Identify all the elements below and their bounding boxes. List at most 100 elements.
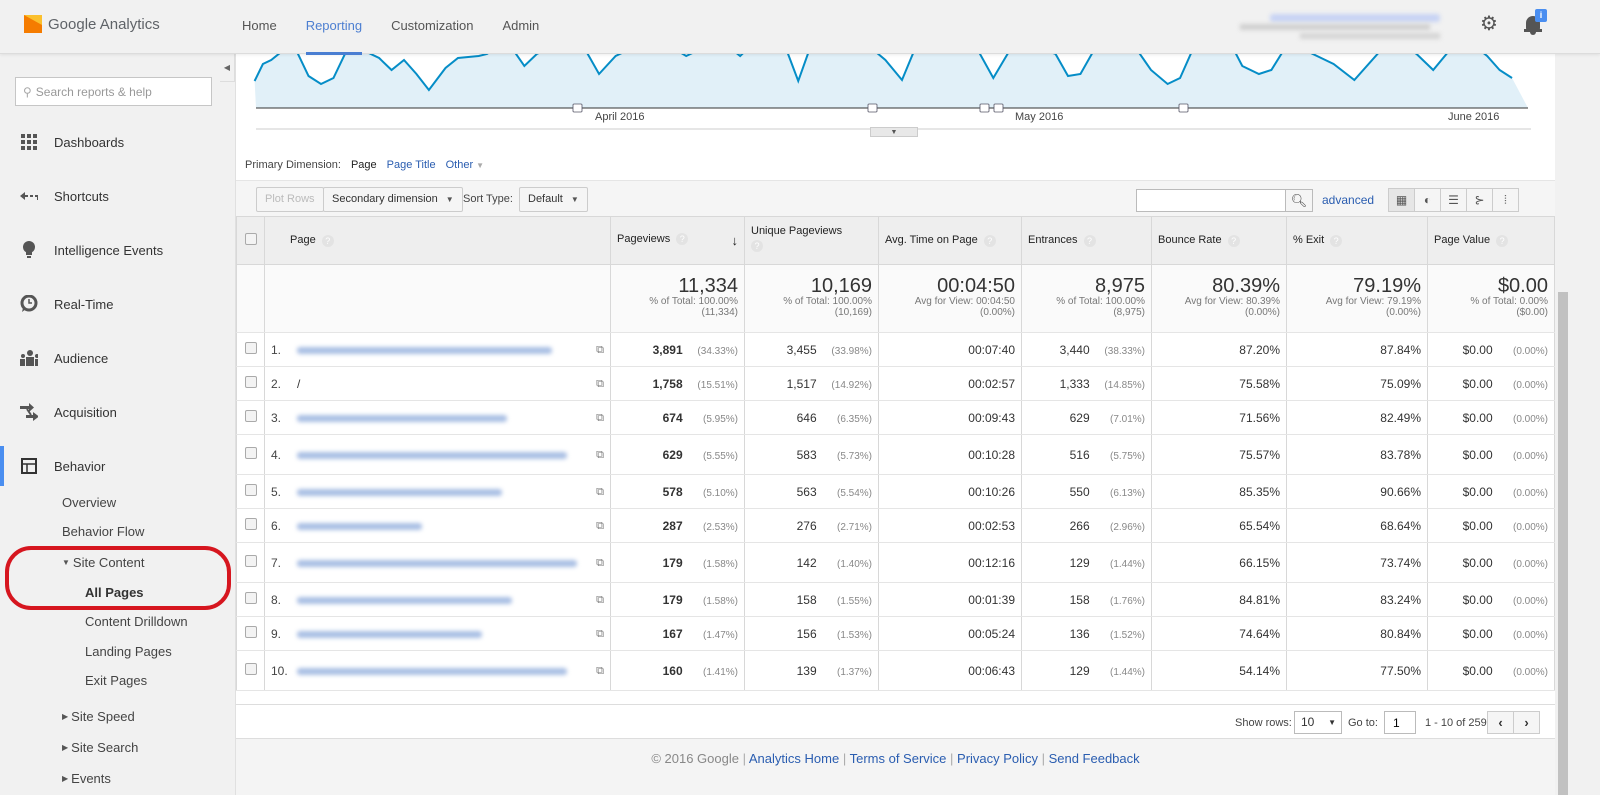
sidebar-item-audience[interactable]: Audience (0, 338, 236, 378)
sidebar-content-drilldown[interactable]: Content Drilldown (85, 614, 188, 629)
page-link[interactable] (297, 596, 512, 604)
sidebar-item-intelligence-events[interactable]: Intelligence Events (0, 230, 236, 270)
table-row[interactable]: 3. ⧉ 674 (5.95%) 646 (6.35%) 00:09:43 629 (7.… (236, 400, 1555, 435)
sidebar-exit-pages[interactable]: Exit Pages (85, 673, 147, 688)
table-row[interactable]: 7. ⧉ 179 (1.58%) 142 (1.40%) 00:12:16 129 (1.… (236, 542, 1555, 583)
nav-reporting[interactable]: Reporting (305, 0, 363, 55)
row-checkbox[interactable] (244, 626, 257, 638)
page-link[interactable]: / (297, 377, 300, 391)
open-external-icon[interactable]: ⧉ (596, 557, 604, 570)
help-icon[interactable]: ? (1330, 234, 1343, 247)
row-checkbox[interactable] (244, 410, 257, 422)
footer-privacy[interactable]: Privacy Policy (957, 751, 1038, 766)
col-page-value[interactable]: Page Value? (1427, 216, 1555, 265)
help-icon[interactable]: ? (676, 233, 689, 246)
page-link[interactable] (297, 414, 507, 422)
sidebar-item-shortcuts[interactable]: Shortcuts (0, 176, 236, 216)
sidebar-site-search[interactable]: ▶ Site Search (62, 740, 138, 755)
col-exit[interactable]: % Exit? (1286, 216, 1428, 265)
open-external-icon[interactable]: ⧉ (596, 486, 604, 499)
dimension-page-title[interactable]: Page Title (387, 159, 436, 171)
col-pageviews[interactable]: Pageviews? ↓ (610, 216, 745, 265)
pie-view-icon[interactable]: ◐ (1414, 188, 1441, 212)
gear-icon[interactable]: ⚙ (1480, 14, 1500, 34)
sidebar-item-behavior[interactable]: Behavior (0, 446, 236, 486)
select-all-checkbox[interactable] (244, 233, 257, 245)
sidebar-search-input[interactable]: ⚲ Search reports & help (15, 77, 212, 106)
show-rows-select[interactable]: 10 ▼ (1294, 711, 1342, 734)
footer-terms[interactable]: Terms of Service (850, 751, 947, 766)
page-link[interactable] (297, 559, 577, 567)
account-selector[interactable] (1240, 12, 1440, 42)
row-checkbox[interactable] (244, 484, 257, 496)
sidebar-item-real-time[interactable]: Real-Time (0, 284, 236, 324)
table-row[interactable]: 1. ⧉ 3,891 (34.33%) 3,455 (33.98%) 00:07:40 3… (236, 332, 1555, 367)
pivot-view-icon[interactable]: ⦙ (1492, 188, 1519, 212)
row-checkbox[interactable] (244, 376, 257, 388)
prev-page-button[interactable]: ‹ (1487, 711, 1514, 734)
table-row[interactable]: 2. / ⧉ 1,758 (15.51%) 1,517 (14.92%) 00:02:57… (236, 366, 1555, 401)
collapse-sidebar-button[interactable]: ◀ (220, 54, 235, 82)
open-external-icon[interactable]: ⧉ (596, 520, 604, 533)
dimension-page[interactable]: Page (351, 159, 377, 171)
open-external-icon[interactable]: ⧉ (596, 378, 604, 391)
table-row[interactable]: 4. ⧉ 629 (5.55%) 583 (5.73%) 00:10:28 516 (5.… (236, 434, 1555, 475)
row-checkbox[interactable] (244, 663, 257, 675)
dimension-other[interactable]: Other ▼ (446, 159, 484, 171)
page-link[interactable] (297, 522, 422, 530)
sidebar-events[interactable]: ▶ Events (62, 771, 111, 786)
open-external-icon[interactable]: ⧉ (596, 628, 604, 641)
goto-page-input[interactable] (1384, 711, 1416, 734)
notifications-bell-icon[interactable]: i (1524, 9, 1547, 36)
footer-feedback[interactable]: Send Feedback (1049, 751, 1140, 766)
chart-expand-toggle[interactable]: ▼ (870, 127, 918, 137)
table-row[interactable]: 6. ⧉ 287 (2.53%) 276 (2.71%) 00:02:53 266 (2.… (236, 508, 1555, 543)
table-view-icon[interactable]: ▦ (1388, 188, 1415, 212)
sidebar-landing-pages[interactable]: Landing Pages (85, 644, 172, 659)
nav-admin[interactable]: Admin (502, 0, 539, 54)
open-external-icon[interactable]: ⧉ (596, 344, 604, 357)
sidebar-item-acquisition[interactable]: Acquisition (0, 392, 236, 432)
table-row[interactable]: 9. ⧉ 167 (1.47%) 156 (1.53%) 00:05:24 136 (1.… (236, 616, 1555, 651)
open-external-icon[interactable]: ⧉ (596, 449, 604, 462)
col-bounce-rate[interactable]: Bounce Rate? (1151, 216, 1287, 265)
sidebar-behavior-flow[interactable]: Behavior Flow (62, 524, 144, 539)
next-page-button[interactable]: › (1513, 711, 1540, 734)
row-checkbox[interactable] (244, 342, 257, 354)
nav-customization[interactable]: Customization (391, 0, 473, 54)
open-external-icon[interactable]: ⧉ (596, 412, 604, 425)
row-checkbox[interactable] (244, 555, 257, 567)
table-row[interactable]: 5. ⧉ 578 (5.10%) 563 (5.54%) 00:10:26 550 (6.… (236, 474, 1555, 509)
sort-type-dropdown[interactable]: Default ▼ (519, 187, 588, 212)
help-icon[interactable]: ? (1227, 234, 1240, 247)
page-scrollbar[interactable] (1555, 54, 1600, 795)
page-link[interactable] (297, 630, 482, 638)
help-icon[interactable]: ? (1496, 234, 1509, 247)
page-link[interactable] (297, 346, 552, 354)
advanced-filter-link[interactable]: advanced (1322, 193, 1374, 207)
sidebar-item-dashboards[interactable]: Dashboards (0, 122, 236, 162)
google-analytics-logo[interactable]: Google Analytics (24, 15, 160, 33)
row-checkbox[interactable] (244, 592, 257, 604)
scrollbar-thumb[interactable] (1558, 292, 1568, 795)
help-icon[interactable]: ? (983, 234, 996, 247)
help-icon[interactable]: ? (321, 234, 334, 247)
footer-analytics-home[interactable]: Analytics Home (749, 751, 839, 766)
row-checkbox[interactable] (244, 518, 257, 530)
sidebar-site-content[interactable]: ▼ Site Content (62, 555, 144, 570)
page-link[interactable] (297, 667, 567, 675)
plot-rows-button[interactable]: Plot Rows (256, 187, 324, 212)
table-row[interactable]: 10. ⧉ 160 (1.41%) 139 (1.37%) 00:06:43 129 (1… (236, 650, 1555, 691)
secondary-dimension-dropdown[interactable]: Secondary dimension ▼ (323, 187, 463, 212)
help-icon[interactable]: ? (751, 240, 763, 252)
help-icon[interactable]: ? (1083, 234, 1096, 247)
page-link[interactable] (297, 451, 567, 459)
performance-view-icon[interactable]: ☰ (1440, 188, 1467, 212)
comparison-view-icon[interactable]: ⊱ (1466, 188, 1493, 212)
page-link[interactable] (297, 488, 502, 496)
open-external-icon[interactable]: ⧉ (596, 594, 604, 607)
row-checkbox[interactable] (244, 447, 257, 459)
open-external-icon[interactable]: ⧉ (596, 665, 604, 678)
sidebar-all-pages[interactable]: All Pages (85, 585, 144, 600)
col-avg-time[interactable]: Avg. Time on Page? (878, 216, 1022, 265)
